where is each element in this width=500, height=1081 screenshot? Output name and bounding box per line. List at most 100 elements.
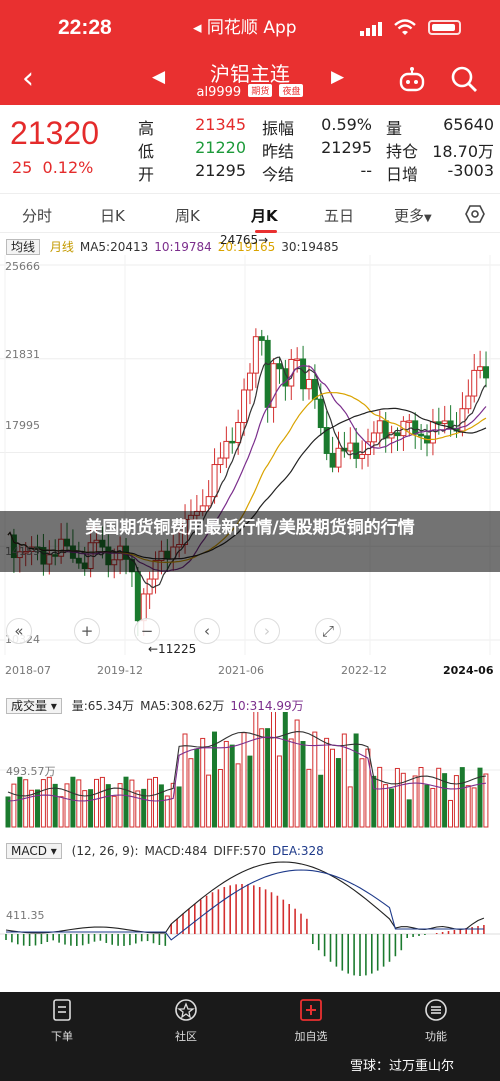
wifi-icon xyxy=(394,19,416,35)
quote-value: 21295 xyxy=(321,138,372,157)
scroll-left-icon[interactable]: ‹ xyxy=(194,618,220,644)
legend-item: MA5:308.62万 xyxy=(140,699,225,713)
candle-body xyxy=(300,358,307,390)
community-icon xyxy=(175,999,197,1021)
volume-bar xyxy=(40,779,46,828)
status-bar: 22:28 ◂ 同花顺 App xyxy=(0,0,500,55)
legend-item: MA5:20413 xyxy=(79,240,149,254)
nav-place-order-label: 下单 xyxy=(51,1030,73,1043)
scroll-right-icon[interactable]: › xyxy=(254,618,280,644)
volume-bar xyxy=(200,737,206,828)
candle-body xyxy=(406,420,413,423)
volume-bar xyxy=(29,789,35,828)
candle-body xyxy=(465,395,472,410)
candle-body xyxy=(376,420,383,434)
volume-bar xyxy=(483,773,489,828)
quote-value: 65640 xyxy=(443,115,494,134)
volume-bar xyxy=(465,785,471,828)
tab-five-day[interactable]: 五日 xyxy=(324,205,354,226)
volume-bar xyxy=(241,732,247,828)
volume-bar xyxy=(271,712,276,828)
quote-value: 0.59% xyxy=(321,115,372,134)
volume-bar xyxy=(153,776,158,828)
candle-body xyxy=(418,433,425,437)
zoom-out-icon[interactable]: − xyxy=(134,618,160,644)
candle-body xyxy=(276,363,283,370)
robot-assistant-icon[interactable] xyxy=(397,65,427,95)
volume-bar xyxy=(58,796,64,828)
ma-selector[interactable]: 均线 xyxy=(6,239,41,255)
zoom-in-icon[interactable]: + xyxy=(74,618,100,644)
collapse-icon[interactable]: « xyxy=(6,618,32,644)
night-session-tag: 夜盘 xyxy=(279,84,304,97)
candle-body xyxy=(140,593,147,622)
candle-body xyxy=(471,369,478,397)
volume-bar xyxy=(282,712,288,828)
diff-line xyxy=(5,861,485,934)
nav-functions[interactable]: 功能 xyxy=(401,992,471,1044)
nav-place-order[interactable]: 下单 xyxy=(27,992,97,1044)
volume-bar xyxy=(135,790,141,828)
legend-item: 30:19485 xyxy=(281,240,339,254)
quote-label: 今结 xyxy=(262,165,295,184)
volume-bar xyxy=(276,755,282,828)
brand-watermark: 雪球：过万重山尔 xyxy=(350,1059,455,1074)
volume-bar xyxy=(129,779,135,828)
volume-bar xyxy=(188,758,194,828)
quote-panel: 21320 25 0.12% 高 21345 低 21220 开 21295 振幅 0.59%… xyxy=(0,105,500,192)
volume-bar xyxy=(353,733,359,828)
volume-bar xyxy=(70,776,76,828)
candle-body xyxy=(211,464,218,498)
candle-body xyxy=(435,421,442,425)
candle-body xyxy=(252,336,259,374)
volume-bar xyxy=(94,778,99,828)
tab-daily-k[interactable]: 日K xyxy=(100,205,125,226)
tab-monthly-k[interactable]: 月K xyxy=(251,205,278,226)
volume-bar xyxy=(424,784,430,828)
volume-bar xyxy=(259,728,265,828)
quote-label: 量 xyxy=(386,119,403,138)
volume-bar xyxy=(111,795,117,828)
candle-body xyxy=(370,432,377,443)
quote-label: 高 xyxy=(138,119,155,138)
candle-body xyxy=(229,440,236,444)
nav-community[interactable]: 社区 xyxy=(151,992,221,1044)
volume-bar xyxy=(164,795,170,828)
volume-bar xyxy=(217,768,223,828)
candlestick-chart[interactable] xyxy=(0,255,500,660)
volume-bar xyxy=(11,783,17,828)
candle-body xyxy=(335,447,342,468)
candle-body xyxy=(205,496,212,507)
tab-intraday[interactable]: 分时 xyxy=(22,205,52,226)
volume-bar xyxy=(377,766,383,828)
low-marker: ←11225 xyxy=(148,642,197,656)
fullscreen-icon[interactable]: ⤢ xyxy=(315,618,341,644)
y-label-top: 25666 xyxy=(5,260,40,273)
legend-item: 月线 xyxy=(49,240,74,254)
legend-item: DIFF:570 xyxy=(213,844,267,858)
signal-icon xyxy=(360,22,382,36)
legend-item: 量:65.34万 xyxy=(71,699,135,713)
candle-body xyxy=(412,420,419,435)
add-watchlist-icon xyxy=(300,999,322,1021)
nav-add-watchlist[interactable]: 加自选 xyxy=(276,992,346,1044)
macd-selector[interactable]: MACD ▾ xyxy=(6,843,62,859)
search-icon[interactable] xyxy=(449,64,479,94)
volume-bar xyxy=(318,774,324,828)
settings-hexagon-icon[interactable] xyxy=(465,204,485,224)
macd-chart[interactable] xyxy=(0,860,500,988)
candle-body xyxy=(483,366,490,379)
volume-chart[interactable] xyxy=(0,712,500,832)
quote-value: 21295 xyxy=(195,161,246,180)
price-change: 25 0.12% xyxy=(12,158,93,177)
tab-weekly-k[interactable]: 周K xyxy=(175,205,200,226)
volume-bar xyxy=(206,774,212,828)
macd-y-label: 411.35 xyxy=(6,909,45,922)
volume-bar xyxy=(330,748,335,828)
legend-item: DEA:328 xyxy=(272,844,324,858)
volume-bar xyxy=(306,768,312,828)
back-to-app-link[interactable]: ◂ 同花顺 App xyxy=(193,13,297,38)
tab-more[interactable]: 更多▼ xyxy=(394,205,432,226)
next-contract-icon[interactable]: ▶ xyxy=(331,67,344,87)
nav-functions-label: 功能 xyxy=(425,1030,447,1043)
